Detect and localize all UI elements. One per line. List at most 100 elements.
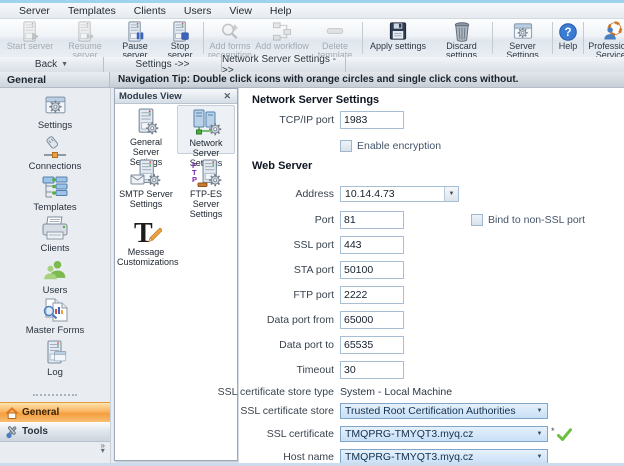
stop-server-button[interactable]: Stop server: [158, 19, 202, 57]
menu-users[interactable]: Users: [175, 5, 220, 17]
toolbar-separator: [362, 22, 363, 54]
discard-settings-button[interactable]: Discard settings: [432, 19, 491, 57]
ssl-certificate-label: SSL certificate: [209, 428, 334, 440]
sidebar: Settings Connections Templates Clients U…: [0, 88, 111, 463]
port-label: Port: [209, 214, 334, 226]
toolbar: Start server Resume server Pause server …: [0, 19, 624, 58]
tcp-ip-port-input[interactable]: [340, 111, 404, 129]
module-general-server-settings[interactable]: General Server Settings: [117, 105, 175, 154]
toolbar-separator: [552, 22, 553, 54]
server-settings-button[interactable]: Server Settings: [494, 19, 551, 57]
sidebar-splitter[interactable]: [33, 394, 77, 396]
data-port-from-input[interactable]: [340, 311, 404, 329]
ssl-certificate-store-type-row: SSL certificate store type System - Loca…: [209, 383, 624, 401]
sidebar-item-settings[interactable]: Settings: [0, 92, 110, 131]
ssl-certificate-combobox[interactable]: TMQPRG-TMYQT3.myq.cz▼: [340, 426, 548, 442]
ssl-certificate-store-type-label: SSL certificate store type: [209, 386, 334, 398]
svg-text:?: ?: [564, 27, 571, 39]
svg-text:T: T: [134, 218, 153, 248]
menu-view[interactable]: View: [220, 5, 261, 17]
apply-settings-button[interactable]: Apply settings: [364, 19, 432, 57]
message-customizations-icon: T: [117, 217, 175, 247]
module-message-customizations[interactable]: T Message Customizations: [117, 215, 175, 269]
sidebar-item-connections[interactable]: Connections: [0, 133, 110, 172]
breadcrumb-settings[interactable]: Settings ->>: [104, 57, 222, 72]
close-icon[interactable]: ✕: [221, 91, 233, 102]
sidebar-tab-tools[interactable]: Tools: [0, 422, 110, 442]
sidebar-tab-general[interactable]: General: [0, 402, 110, 423]
timeout-label: Timeout: [209, 364, 334, 376]
sidebar-item-users[interactable]: Users: [0, 257, 110, 296]
smtp-server-settings-icon: [117, 159, 175, 189]
chevron-down-icon: ▼: [532, 431, 547, 437]
sidebar-item-master-forms[interactable]: Master Forms: [0, 297, 110, 336]
required-asterisk: *: [551, 426, 555, 436]
sidebar-item-templates[interactable]: Templates: [0, 174, 110, 213]
menu-bar: Server Templates Clients Users View Help: [0, 3, 624, 19]
sidebar-item-clients[interactable]: Clients: [0, 215, 110, 254]
professional-services-button[interactable]: Professional Services: [585, 19, 624, 57]
port-row: Port Bind to non-SSL port: [209, 211, 624, 229]
timeout-input[interactable]: [340, 361, 404, 379]
modules-view-titlebar[interactable]: Modules View ✕: [115, 89, 237, 104]
module-smtp-server-settings[interactable]: SMTP Server Settings: [117, 157, 175, 209]
sta-port-label: STA port: [209, 264, 334, 276]
host-name-label: Host name: [209, 451, 334, 463]
discard-settings-icon: [451, 21, 473, 42]
port-input[interactable]: [340, 211, 404, 229]
professional-services-icon: [602, 21, 624, 42]
tcp-ip-port-label: TCP/IP port: [209, 114, 334, 126]
ssl-certificate-store-label: SSL certificate store: [209, 405, 334, 417]
add-workflow-button: Add workflow: [255, 19, 309, 57]
add-forms-recognition-button: Add forms recognition: [205, 19, 255, 57]
apply-settings-icon: [387, 21, 409, 42]
pause-server-button[interactable]: Pause server: [112, 19, 158, 57]
menu-clients[interactable]: Clients: [125, 5, 175, 17]
address-label: Address: [209, 188, 334, 200]
tools-icon: [2, 425, 22, 439]
ftp-port-input[interactable]: [340, 286, 404, 304]
data-port-to-label: Data port to: [209, 339, 334, 351]
add-workflow-icon: [271, 21, 293, 42]
sta-port-input[interactable]: [340, 261, 404, 279]
ftp-port-row: FTP port: [209, 286, 624, 304]
back-button[interactable]: Back▼: [0, 57, 104, 72]
settings-icon: [0, 92, 110, 119]
toolbar-separator: [583, 22, 584, 54]
help-icon: ?: [558, 21, 578, 42]
navigation-tip: Navigation Tip: Double click icons with …: [110, 72, 624, 88]
chevron-down-icon[interactable]: ▼: [444, 187, 458, 201]
home-icon: [2, 406, 22, 420]
delete-template-icon: [324, 21, 346, 42]
bind-to-non-ssl-port-label: Bind to non-SSL port: [488, 214, 585, 226]
menu-help[interactable]: Help: [261, 5, 301, 17]
ssl-certificate-store-combobox[interactable]: Trusted Root Certification Authorities▼: [340, 403, 548, 419]
svg-text:P: P: [192, 175, 197, 184]
templates-icon: [0, 174, 110, 201]
ftp-port-label: FTP port: [209, 289, 334, 301]
chevron-down-icon: ▼: [532, 454, 547, 460]
data-port-from-label: Data port from: [209, 314, 334, 326]
sidebar-item-log[interactable]: Log: [0, 339, 110, 378]
settings-form: Network Server Settings TCP/IP port Enab…: [238, 88, 624, 463]
menu-templates[interactable]: Templates: [59, 5, 125, 17]
delete-template-button: Delete template: [309, 19, 361, 57]
server-settings-icon: [512, 21, 534, 42]
bind-to-non-ssl-port-checkbox[interactable]: [471, 214, 483, 226]
ssl-certificate-store-row: SSL certificate store Trusted Root Certi…: [209, 402, 624, 420]
sidebar-collapse-chevron[interactable]: »▾: [101, 444, 105, 453]
enable-encryption-checkbox[interactable]: [340, 140, 352, 152]
breadcrumb-network-server-settings[interactable]: Network Server Settings ->>: [222, 57, 346, 72]
help-button[interactable]: ? Help: [554, 19, 582, 57]
menu-server[interactable]: Server: [10, 5, 59, 17]
data-port-to-input[interactable]: [340, 336, 404, 354]
address-combobox[interactable]: 10.14.4.73 ▼: [340, 186, 459, 202]
navigation-history-bar: Back▼ Settings ->> Network Server Settin…: [0, 57, 624, 73]
data-port-from-row: Data port from: [209, 311, 624, 329]
ssl-port-input[interactable]: [340, 236, 404, 254]
certificate-valid-check-icon: [557, 428, 572, 441]
resume-server-button: Resume server: [58, 19, 112, 57]
resume-server-icon: [74, 21, 96, 42]
section-title-web-server: Web Server: [252, 160, 312, 172]
toolbar-separator: [203, 22, 204, 54]
